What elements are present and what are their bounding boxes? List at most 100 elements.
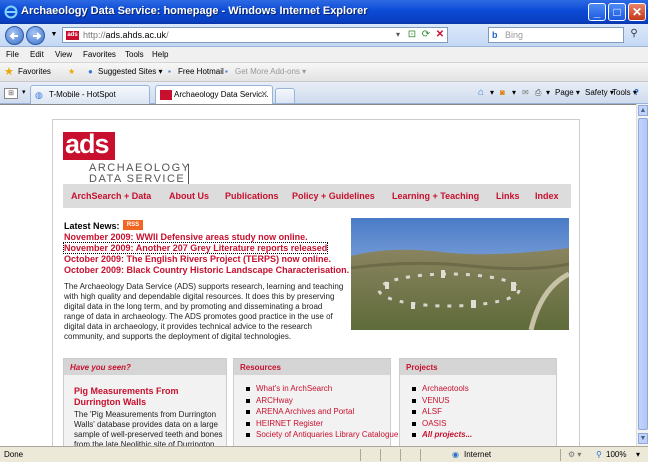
security-zone-label[interactable]: Internet xyxy=(464,450,491,459)
featured-description: The 'Pig Measurements from Durrington Wa… xyxy=(74,410,223,446)
tab-tmobile-hotspot[interactable]: ◍ T-Mobile - HotSpot xyxy=(30,85,150,104)
menu-favorites[interactable]: Favorites xyxy=(83,50,116,59)
get-more-addons-link[interactable]: Get More Add-ons ▾ xyxy=(235,67,306,76)
ads-introduction: The Archaeology Data Service (ADS) suppo… xyxy=(64,282,344,341)
all-projects-link[interactable]: All projects... xyxy=(408,429,472,441)
zoom-level[interactable]: 100% xyxy=(606,450,626,459)
favorites-button[interactable]: Favorites xyxy=(18,67,51,76)
scroll-up-arrow-icon[interactable]: ▲ xyxy=(638,105,648,116)
resource-link[interactable]: ARCHway xyxy=(242,395,398,407)
stop-icon[interactable]: ✕ xyxy=(434,29,446,41)
window-title: Archaeology Data Service: homepage - Win… xyxy=(21,5,368,17)
maximize-button[interactable]: □ xyxy=(608,3,626,21)
free-hotmail-link[interactable]: Free Hotmail xyxy=(178,67,224,76)
vertical-scrollbar[interactable]: ▲ ▼ xyxy=(636,104,648,446)
scrollbar-thumb[interactable] xyxy=(638,118,648,430)
address-dropdown-icon[interactable]: ▾ xyxy=(392,29,404,41)
project-link[interactable]: ALSF xyxy=(408,406,472,418)
quick-tabs-icon[interactable]: ⊞ xyxy=(4,88,18,99)
search-go-icon[interactable]: ⚲ xyxy=(626,28,642,42)
page-viewport[interactable]: ads ARCHAEOLOGY DATA SERVICE ArchSearch … xyxy=(0,104,636,446)
back-button[interactable] xyxy=(5,26,24,45)
news-item[interactable]: November 2009: Another 207 Grey Literatu… xyxy=(62,242,329,254)
nav-index[interactable]: Index xyxy=(535,191,559,201)
page-icon: ◍ xyxy=(35,90,43,100)
menu-help[interactable]: Help xyxy=(152,50,168,59)
menu-tools[interactable]: Tools xyxy=(125,50,144,59)
scroll-down-arrow-icon[interactable]: ▼ xyxy=(638,433,648,444)
menu-file[interactable]: File xyxy=(6,50,19,59)
suggested-sites-icon: ● xyxy=(88,67,93,76)
refresh-icon[interactable]: ⟳ xyxy=(420,29,432,41)
resource-link[interactable]: ARENA Archives and Portal xyxy=(242,406,398,418)
feeds-icon[interactable]: ◙ xyxy=(500,88,505,97)
help-icon[interactable]: ? xyxy=(634,88,639,97)
status-text: Done xyxy=(4,450,24,459)
nav-publications[interactable]: Publications xyxy=(225,191,279,201)
read-mail-icon[interactable]: ✉ xyxy=(522,88,529,97)
minimize-button[interactable]: _ xyxy=(588,3,606,21)
page-icon: ▪ xyxy=(225,67,228,76)
panel-header: Have you seen? xyxy=(64,359,226,375)
ads-logo-text: ARCHAEOLOGY DATA SERVICE xyxy=(89,162,191,185)
status-bar: Done ◉ Internet ⚙ ▾ ⚲ 100% ▾ xyxy=(0,446,648,462)
zoom-dropdown-icon[interactable]: ▾ xyxy=(636,450,640,459)
window-title-bar[interactable]: Archaeology Data Service: homepage - Win… xyxy=(0,0,648,24)
recent-pages-dropdown-icon[interactable]: ▼ xyxy=(48,29,60,41)
news-item[interactable]: October 2009: Black Country Historic Lan… xyxy=(64,265,349,275)
nav-learning-teaching[interactable]: Learning + Teaching xyxy=(392,191,479,201)
compatibility-view-icon[interactable]: ⊡ xyxy=(406,29,418,41)
page-menu[interactable]: Page ▾ xyxy=(555,88,580,97)
rss-feed-icon[interactable]: RSS xyxy=(123,220,143,230)
ads-favicon-icon xyxy=(160,90,172,100)
close-window-button[interactable]: ✕ xyxy=(628,3,646,21)
tab-row: ⊞ ▾ ◍ T-Mobile - HotSpot Archaeology Dat… xyxy=(0,82,648,104)
home-icon[interactable]: ⌂ xyxy=(478,87,484,98)
favorites-star-icon: ★ xyxy=(4,66,14,78)
resource-link[interactable]: What's in ArchSearch xyxy=(242,383,398,395)
search-input[interactable]: b Bing xyxy=(488,27,624,43)
forward-button[interactable] xyxy=(26,26,45,45)
featured-title-link[interactable]: Pig Measurements From Durrington Walls xyxy=(74,386,224,408)
nav-policy-guidelines[interactable]: Policy + Guidelines xyxy=(292,191,375,201)
print-icon[interactable]: ⎙ xyxy=(535,88,541,98)
safety-menu[interactable]: Safety ▾ xyxy=(585,88,614,97)
ads-logo[interactable]: ads xyxy=(63,131,115,160)
project-link[interactable]: OASIS xyxy=(408,418,472,430)
add-favorites-icon[interactable]: ★ xyxy=(68,67,75,76)
status-divider xyxy=(380,449,381,461)
menu-edit[interactable]: Edit xyxy=(30,50,44,59)
have-you-seen-panel: Have you seen? Pig Measurements From Dur… xyxy=(63,358,227,446)
forward-arrow-icon xyxy=(33,32,42,40)
news-item[interactable]: October 2009: The English Rivers Project… xyxy=(64,254,331,264)
dropdown-icon[interactable]: ▾ xyxy=(490,88,494,97)
page-icon: ▪ xyxy=(168,67,171,76)
news-item[interactable]: November 2009: WWII Defensive areas stud… xyxy=(64,232,308,242)
resource-link[interactable]: HEIRNET Register xyxy=(242,418,398,430)
nav-links[interactable]: Links xyxy=(496,191,520,201)
close-tab-icon[interactable]: ✕ xyxy=(260,89,268,100)
favorites-bar: ★ Favorites ★ ● Suggested Sites ▾ ▪ Free… xyxy=(0,63,648,82)
tab-archaeology-data-service[interactable]: Archaeology Data Servic... ✕ xyxy=(155,85,273,104)
suggested-sites-link[interactable]: Suggested Sites ▾ xyxy=(98,67,163,76)
new-tab-button[interactable] xyxy=(275,88,295,103)
status-divider xyxy=(560,449,561,461)
resources-list: What's in ArchSearch ARCHway ARENA Archi… xyxy=(242,383,398,441)
dropdown-icon[interactable]: ▾ xyxy=(546,88,550,97)
address-field[interactable]: ads http://ads.ahds.ac.uk/ xyxy=(62,27,448,43)
nav-about-us[interactable]: About Us xyxy=(169,191,209,201)
project-link[interactable]: Archaeotools xyxy=(408,383,472,395)
dropdown-icon[interactable]: ▾ xyxy=(512,88,516,97)
protected-mode-icon[interactable]: ⚙ ▾ xyxy=(568,450,581,459)
menu-view[interactable]: View xyxy=(55,50,72,59)
project-link[interactable]: VENUS xyxy=(408,395,472,407)
status-divider xyxy=(400,449,401,461)
bing-icon: b xyxy=(492,30,498,40)
have-you-seen-heading: Have you seen? xyxy=(70,363,131,372)
main-navigation: ArchSearch + Data About Us Publications … xyxy=(63,184,571,208)
nav-archsearch-data[interactable]: ArchSearch + Data xyxy=(71,191,151,201)
stone-circle-photo xyxy=(351,218,569,330)
internet-explorer-icon xyxy=(4,5,18,19)
resource-link[interactable]: Society of Antiquaries Library Catalogue xyxy=(242,429,398,441)
tab-list-dropdown-icon[interactable]: ▾ xyxy=(22,88,26,96)
